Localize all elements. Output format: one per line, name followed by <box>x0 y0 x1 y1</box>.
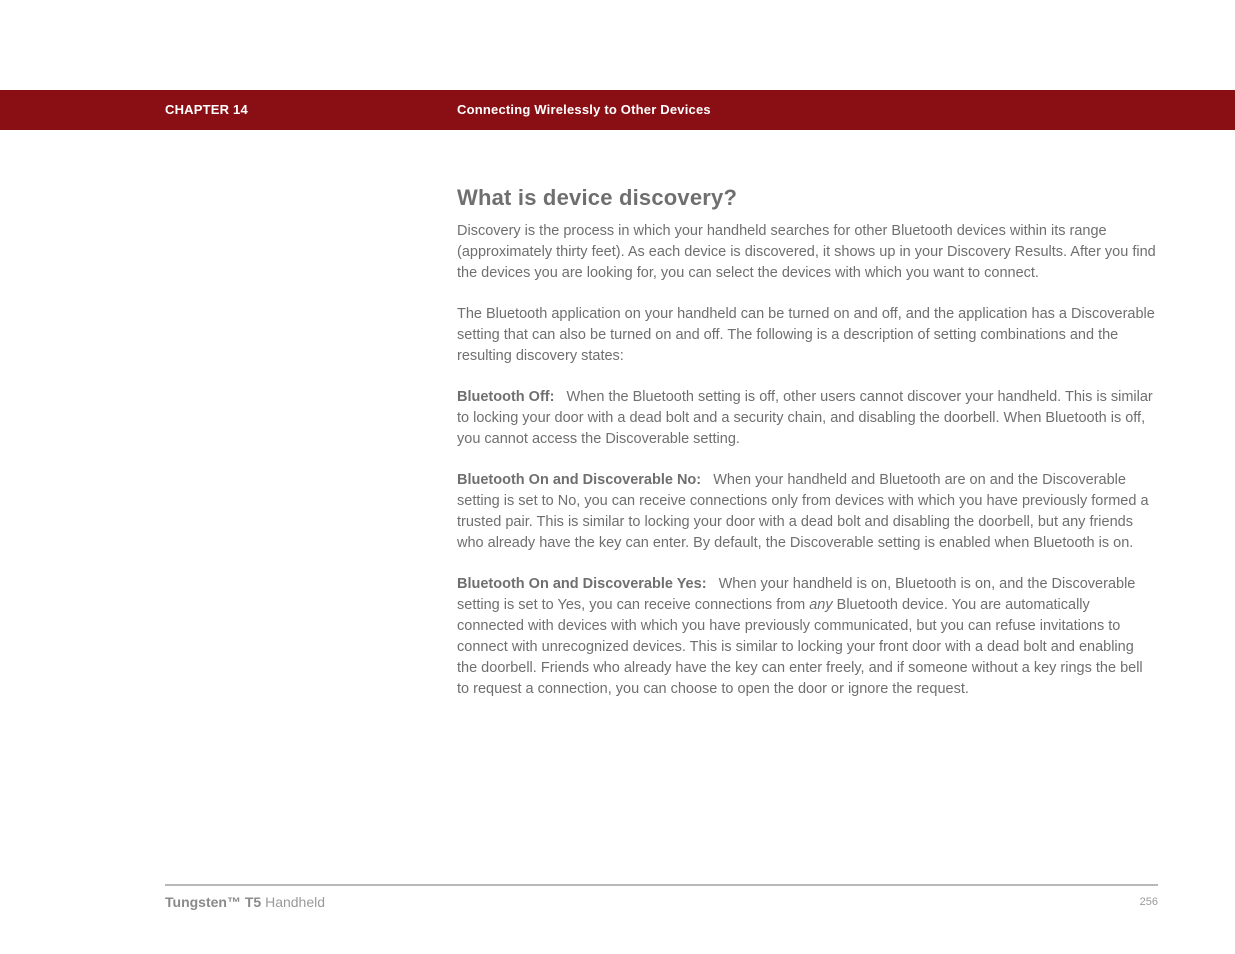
page: CHAPTER 14 Connecting Wirelessly to Othe… <box>0 0 1235 954</box>
main-content: What is device discovery? Discovery is t… <box>457 185 1157 720</box>
intro-paragraph-1: Discovery is the process in which your h… <box>457 221 1157 284</box>
product-name-light: Handheld <box>261 894 325 910</box>
bluetooth-yes-any: any <box>809 597 832 613</box>
page-footer: Tungsten™ T5 Handheld 256 <box>165 894 1158 924</box>
footer-divider <box>165 884 1158 886</box>
bluetooth-off-text: When the Bluetooth setting is off, other… <box>457 389 1153 447</box>
chapter-header-bar: CHAPTER 14 Connecting Wirelessly to Othe… <box>0 90 1235 130</box>
product-name: Tungsten™ T5 Handheld <box>165 894 325 910</box>
bluetooth-yes-label: Bluetooth On and Discoverable Yes: <box>457 576 707 592</box>
page-number: 256 <box>1140 896 1158 908</box>
bluetooth-discoverable-no-paragraph: Bluetooth On and Discoverable No: When y… <box>457 470 1157 554</box>
chapter-title: Connecting Wirelessly to Other Devices <box>457 102 711 117</box>
section-heading: What is device discovery? <box>457 185 1157 211</box>
bluetooth-no-label: Bluetooth On and Discoverable No: <box>457 472 701 488</box>
bluetooth-off-paragraph: Bluetooth Off: When the Bluetooth settin… <box>457 387 1157 450</box>
product-name-bold: Tungsten™ T5 <box>165 894 261 910</box>
chapter-label: CHAPTER 14 <box>165 102 248 117</box>
intro-paragraph-2: The Bluetooth application on your handhe… <box>457 304 1157 367</box>
bluetooth-discoverable-yes-paragraph: Bluetooth On and Discoverable Yes: When … <box>457 574 1157 700</box>
bluetooth-off-label: Bluetooth Off: <box>457 389 554 405</box>
